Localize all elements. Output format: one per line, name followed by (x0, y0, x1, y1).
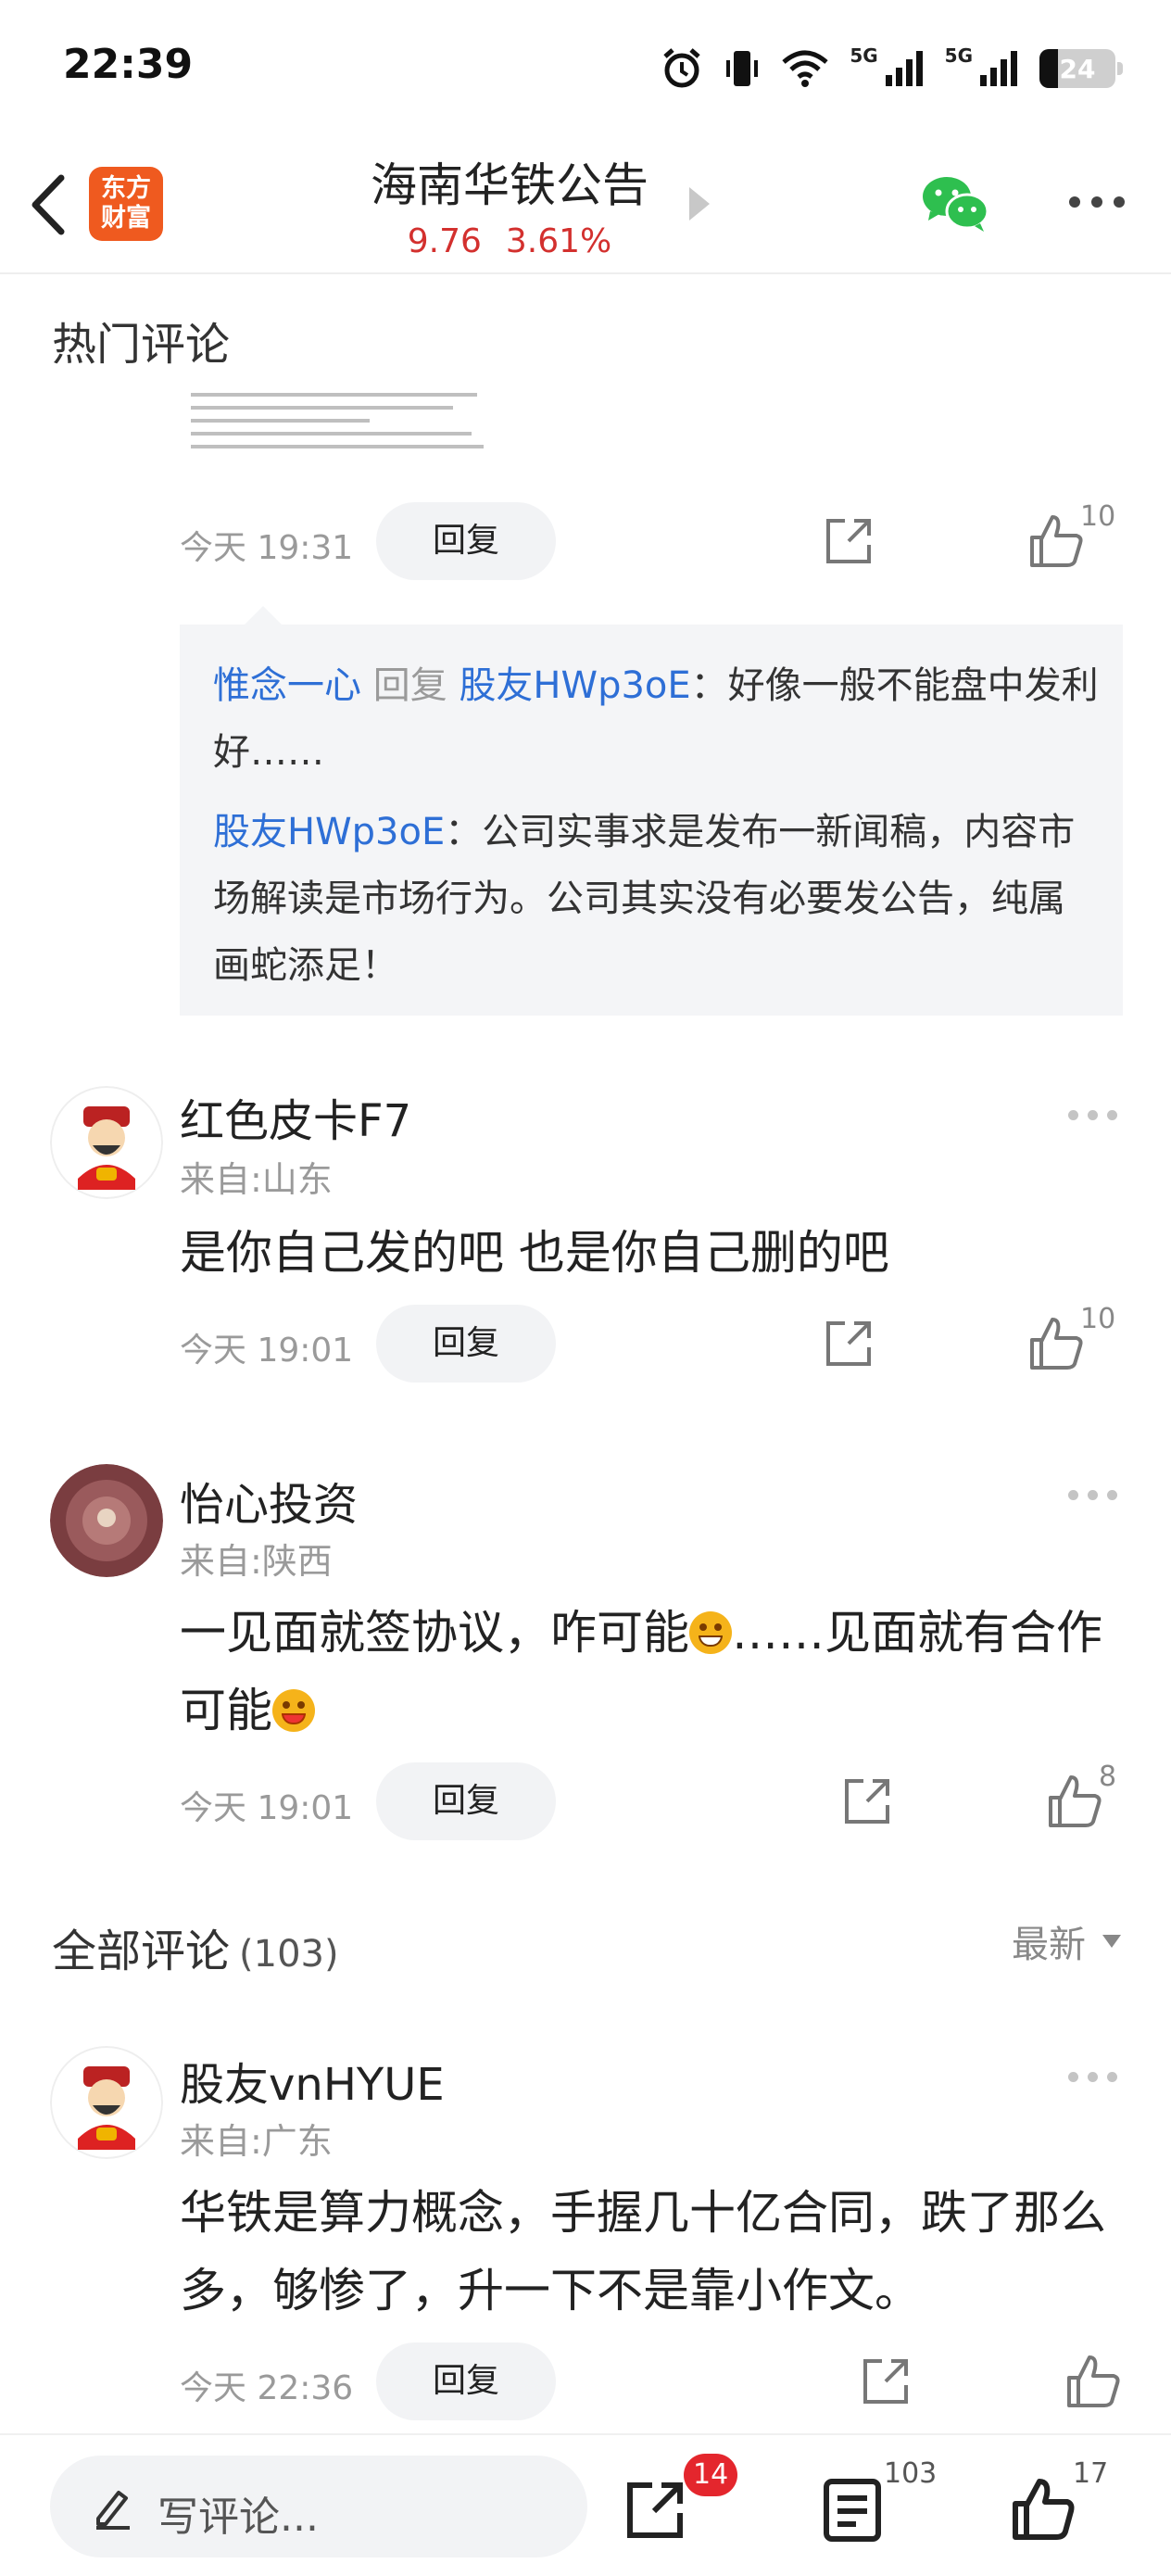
comment-time: 今天 19:01 (180, 1332, 354, 1370)
reply-verb: 回复 (372, 664, 447, 707)
comment-more-icon[interactable] (1068, 1490, 1117, 1500)
network-label-2: 5G (944, 44, 973, 67)
comment-action-row: 今天 19:01 回复 8 (0, 1761, 1171, 1844)
share-icon[interactable] (623, 2476, 689, 2543)
like-icon[interactable] (1010, 2476, 1077, 2543)
bottom-bar: 写评论... 14 103 17 (0, 2433, 1171, 2576)
title-arrow-icon[interactable] (689, 187, 710, 221)
reply-item: 惟念一心 回复 股友HWp3oE：好像一般不能盘中发利好…… (213, 652, 1101, 786)
share-icon[interactable] (821, 513, 876, 569)
alarm-icon (663, 48, 700, 88)
comment-time: 今天 19:01 (180, 1789, 354, 1827)
stock-quote: 9.76 3.61% (334, 222, 686, 260)
grin-emoji-icon (689, 1611, 732, 1654)
all-comments-count: (103) (239, 1933, 339, 1976)
page-title: 海南华铁公告 (371, 158, 648, 212)
vibrate-icon (726, 51, 759, 86)
signal-icon (885, 51, 923, 86)
comment-placeholder: 写评论... (157, 2494, 319, 2541)
comment-time: 今天 22:36 (180, 2369, 354, 2407)
post-time: 今天 19:31 (180, 529, 354, 567)
reply-button[interactable]: 回复 (376, 2342, 556, 2420)
comment-more-icon[interactable] (1068, 2072, 1117, 2082)
avatar[interactable] (50, 1464, 163, 1577)
reply-author[interactable]: 惟念一心 (213, 664, 361, 707)
pencil-icon (96, 2491, 130, 2530)
reply-target[interactable]: 股友HWp3oE (459, 664, 690, 707)
comment-input[interactable]: 写评论... (50, 2456, 587, 2557)
back-icon[interactable] (26, 172, 72, 237)
caret-down-icon (1102, 1935, 1121, 1948)
comment-author[interactable]: 股友vnHYUE (180, 2048, 445, 2113)
like-icon[interactable] (1026, 511, 1086, 571)
avatar[interactable] (50, 1086, 163, 1199)
stock-change: 3.61% (505, 222, 612, 260)
hot-comments-title: 热门评论 (52, 319, 231, 371)
comment-text: 是你自己发的吧 也是你自己删的吧 (180, 1226, 889, 1280)
all-comments-label: 全部评论 (52, 1926, 231, 1977)
post-image-thumbnail[interactable] (191, 393, 489, 478)
reply-thread: 惟念一心 回复 股友HWp3oE：好像一般不能盘中发利好…… 股友HWp3oE：… (180, 606, 1123, 1016)
comments-count: 103 (884, 2457, 938, 2490)
reply-button[interactable]: 回复 (376, 1305, 556, 1383)
post-action-row: 今天 19:31 回复 10 (0, 500, 1171, 584)
comment-location: 来自:广东 (180, 2121, 333, 2162)
comment-more-icon[interactable] (1068, 1110, 1117, 1120)
header: 东方财富 海南华铁公告 9.76 3.61% (0, 139, 1171, 274)
comments-icon[interactable] (819, 2476, 886, 2543)
signal-icon-2 (980, 51, 1017, 86)
status-icons: 5G 5G 24 (661, 43, 1123, 95)
more-menu-icon[interactable] (1069, 196, 1125, 208)
comment-action-row: 今天 19:01 回复 10 (0, 1303, 1171, 1386)
like-count: 8 (1099, 1761, 1117, 1793)
sort-dropdown[interactable]: 最新 (1012, 1914, 1121, 1968)
avatar[interactable] (50, 2046, 163, 2159)
battery-icon: 24 (1039, 49, 1123, 88)
app-logo[interactable]: 东方财富 (89, 167, 163, 241)
comment-location: 来自:陕西 (180, 1541, 333, 1582)
like-icon[interactable] (1026, 1314, 1086, 1373)
status-time: 22:39 (63, 41, 194, 88)
share-badge: 14 (684, 2454, 738, 2496)
stock-price: 9.76 (407, 222, 482, 260)
like-icon[interactable] (1045, 1772, 1104, 1831)
status-bar: 22:39 5G 5G 24 (0, 0, 1171, 130)
share-icon[interactable] (839, 1774, 895, 1829)
comment-action-row: 今天 22:36 回复 (0, 2341, 1171, 2424)
likes-count: 17 (1073, 2457, 1109, 2490)
share-icon[interactable] (858, 2354, 913, 2409)
reply-button[interactable]: 回复 (376, 502, 556, 580)
comment-text-part: 一见面就签协议，咋可能 (180, 1606, 689, 1660)
comment-text: 一见面就签协议，咋可能 ……见面就有合作可能 (180, 1594, 1134, 1749)
like-count: 10 (1080, 500, 1116, 533)
share-icon[interactable] (821, 1316, 876, 1371)
sort-label: 最新 (1012, 1924, 1086, 1966)
comment-text: 华铁是算力概念，手握几十亿合同，跌了那么多，够惨了，升一下不是靠小作文。 (180, 2186, 1106, 2317)
network-label: 5G (850, 44, 878, 67)
stock-title-block[interactable]: 海南华铁公告 9.76 3.61% (334, 148, 686, 260)
all-comments-title: 全部评论 (103) (52, 1914, 339, 1979)
comment-location: 来自:山东 (180, 1159, 333, 1200)
wifi-icon (782, 50, 828, 87)
like-icon[interactable] (1064, 2352, 1123, 2411)
reply-author[interactable]: 股友HWp3oE (213, 811, 445, 853)
battery-level: 24 (1059, 53, 1096, 84)
reply-item: 股友HWp3oE：公司实事求是发布一新闻稿，内容市场解读是市场行为。公司其实没有… (213, 799, 1101, 999)
comment-author[interactable]: 红色皮卡F7 (180, 1084, 411, 1149)
comment-author[interactable]: 怡心投资 (180, 1468, 358, 1533)
wink-tongue-emoji-icon (272, 1689, 315, 1732)
wechat-share-icon[interactable] (921, 174, 991, 234)
reply-button[interactable]: 回复 (376, 1762, 556, 1840)
like-count: 10 (1080, 1303, 1116, 1335)
